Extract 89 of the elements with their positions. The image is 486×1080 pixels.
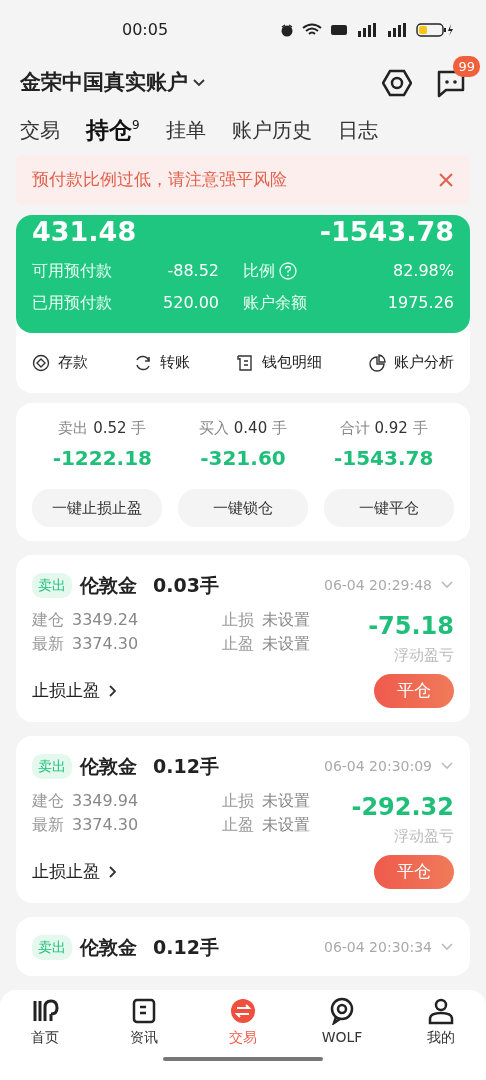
field-label: 建仓 — [32, 789, 64, 812]
nav-tab[interactable]: 我的 — [406, 996, 476, 1049]
chevron-right-icon[interactable] — [108, 865, 118, 880]
stat-value: -88.52 — [167, 259, 219, 282]
field-label: 建仓 — [32, 608, 64, 631]
quick-action-button[interactable]: 一键平仓 — [323, 489, 454, 528]
receipt-icon[interactable] — [236, 353, 254, 372]
field-value: 未设置 — [262, 608, 310, 631]
quick-action-button[interactable]: 一键锁仓 — [178, 489, 308, 528]
side-tag: 卖出 — [32, 572, 72, 598]
field-label: 止损 — [222, 789, 254, 812]
tab[interactable]: 账户历史 — [231, 115, 312, 145]
coin-icon[interactable] — [32, 353, 50, 372]
action-link[interactable]: 存款 — [58, 351, 88, 374]
document-icon — [130, 997, 158, 1025]
tab[interactable]: 持仓$^{9}$ — [86, 112, 140, 148]
stat-label: 可用预付款 — [32, 259, 112, 282]
sl-tp-link[interactable]: 止损止盈 — [32, 859, 100, 885]
pie-chart-icon[interactable] — [368, 353, 386, 372]
wifi-icon — [302, 23, 322, 37]
symbol-name: 伦敦金 — [80, 935, 137, 961]
tab[interactable]: 交易 — [20, 115, 60, 145]
field-value: 3374.30 — [72, 813, 139, 836]
action-link[interactable]: 账户分析 — [394, 351, 454, 374]
pnl-label: 浮动盈亏 — [393, 644, 454, 666]
lot-size: 0.12手 — [153, 754, 219, 780]
close-icon[interactable] — [438, 172, 454, 188]
tab[interactable]: 日志 — [337, 115, 378, 145]
chevron-down-icon[interactable] — [192, 77, 206, 88]
pnl-value: -292.32 — [351, 791, 454, 823]
summary-value: -1543.78 — [332, 445, 435, 473]
nav-tab[interactable]: 首页 — [10, 996, 80, 1049]
tab[interactable]: 挂单 — [165, 115, 206, 145]
stat-value: 520.00 — [163, 291, 219, 314]
equity-value: 431.48 — [32, 217, 137, 247]
summary-label: 合计 0.92 手 — [338, 417, 429, 439]
target-icon — [328, 997, 356, 1025]
nav-tab[interactable]: WOLF — [307, 996, 377, 1049]
stat-label: 账户余额 — [243, 291, 307, 314]
settings-icon[interactable] — [382, 67, 412, 98]
side-tag: 卖出 — [32, 753, 72, 779]
stat-label: 已用预付款 — [32, 291, 112, 314]
lot-size: 0.12手 — [153, 935, 219, 961]
open-time: 06-04 20:30:34 — [324, 937, 432, 957]
profit-value: -1543.78 — [319, 217, 454, 247]
field-label: 最新 — [32, 632, 64, 655]
pnl-label: 浮动盈亏 — [393, 825, 454, 847]
summary-label: 卖出 0.52 手 — [57, 417, 148, 439]
field-value: 未设置 — [262, 789, 310, 812]
side-tag: 卖出 — [32, 934, 72, 960]
stat-value: 82.98% — [393, 259, 454, 282]
alarm-icon — [280, 23, 294, 37]
action-link[interactable]: 转账 — [160, 351, 190, 374]
field-label: 止盈 — [222, 632, 254, 655]
stat-label: 比例 — [243, 259, 275, 282]
notification-badge: 99 — [453, 55, 480, 77]
nav-tab[interactable]: 资讯 — [109, 996, 179, 1049]
status-time: 00:05 — [122, 19, 169, 41]
stat-value: 1975.26 — [387, 291, 454, 314]
sl-tp-link[interactable]: 止损止盈 — [32, 678, 100, 704]
summary-value: -321.60 — [199, 445, 287, 473]
field-label: 最新 — [32, 813, 64, 836]
field-value: 3349.94 — [72, 789, 139, 812]
field-value: 3374.30 — [72, 632, 139, 655]
symbol-name: 伦敦金 — [80, 573, 137, 599]
symbol-name: 伦敦金 — [80, 754, 137, 780]
field-value: 未设置 — [262, 813, 310, 836]
account-title[interactable]: 金荣中国真实账户 — [20, 66, 188, 99]
open-time: 06-04 20:30:09 — [324, 756, 432, 776]
field-value: 3349.24 — [72, 608, 139, 631]
warning-message: 预付款比例过低，请注意强平风险 — [32, 168, 287, 192]
battery-icon — [416, 23, 454, 37]
chevron-right-icon[interactable] — [108, 684, 118, 699]
field-label: 止盈 — [222, 813, 254, 836]
signal-icon — [386, 23, 408, 37]
field-label: 止损 — [222, 608, 254, 631]
refresh-icon[interactable] — [134, 353, 152, 372]
field-value: 未设置 — [262, 632, 310, 655]
person-icon — [427, 997, 455, 1025]
summary-label: 买入 0.40 手 — [198, 417, 288, 439]
lot-size: 0.03手 — [153, 573, 219, 599]
signal-icon — [356, 23, 378, 37]
open-time: 06-04 20:29:48 — [324, 575, 432, 595]
swap-icon — [229, 997, 257, 1025]
pnl-value: -75.18 — [368, 610, 454, 642]
summary-value: -1222.18 — [51, 445, 154, 473]
action-link[interactable]: 钱包明细 — [262, 351, 322, 374]
quick-action-button[interactable]: 一键止损止盈 — [32, 489, 162, 528]
hd-icon — [330, 24, 348, 36]
